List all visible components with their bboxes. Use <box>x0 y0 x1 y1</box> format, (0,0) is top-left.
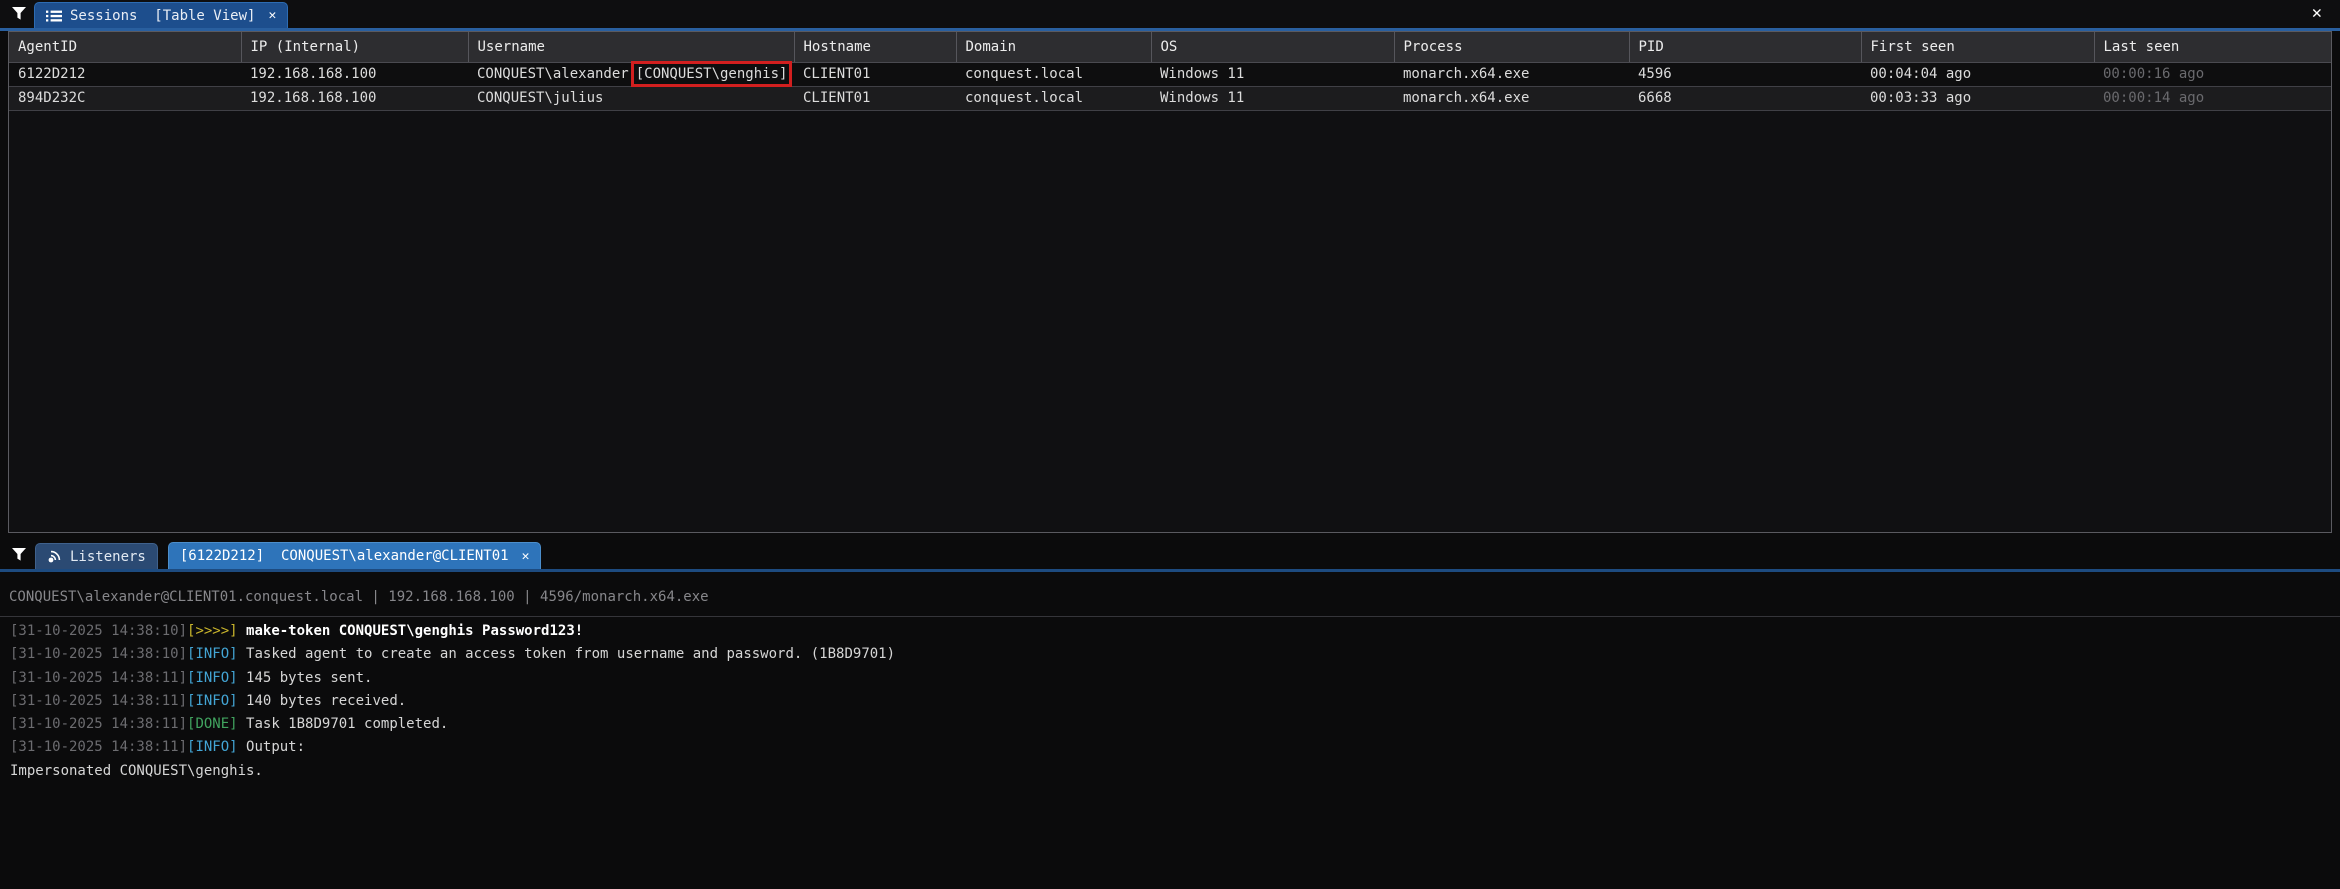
console-filter-button[interactable] <box>6 545 32 565</box>
cell-username: CONQUEST\alexander [CONQUEST\genghis] <box>468 62 794 86</box>
console-timestamp: [31-10-2025 14:38:10] <box>10 623 187 639</box>
console-tag-info: [INFO] <box>187 739 246 755</box>
console-tabbar-accent-line <box>0 569 2340 572</box>
console-timestamp: [31-10-2025 14:38:11] <box>10 716 187 732</box>
cell-ip_internal: 192.168.168.100 <box>241 86 468 110</box>
session-row-6122D212[interactable]: 6122D212192.168.168.100CONQUEST\alexande… <box>9 62 2331 86</box>
column-header-hostname[interactable]: Hostname <box>794 32 956 62</box>
sessions-tabbar: Sessions [Table View] ✕ ✕ <box>0 0 2340 28</box>
cell-hostname: CLIENT01 <box>794 86 956 110</box>
username-text: CONQUEST\julius <box>477 90 603 106</box>
column-header-os[interactable]: OS <box>1151 32 1394 62</box>
cell-first_seen: 00:03:33 ago <box>1861 86 2094 110</box>
close-sessions-tab-icon[interactable]: ✕ <box>268 8 276 23</box>
column-header-last_seen[interactable]: Last seen <box>2094 32 2331 62</box>
cell-pid: 6668 <box>1629 86 1861 110</box>
filter-funnel-icon <box>11 7 27 21</box>
username-text: CONQUEST\alexander <box>477 66 629 82</box>
column-header-ip_internal[interactable]: IP (Internal) <box>241 32 468 62</box>
cell-last_seen: 00:00:14 ago <box>2094 86 2331 110</box>
session-status-line: CONQUEST\alexander@CLIENT01.conquest.loc… <box>9 589 2330 605</box>
console-line: [31-10-2025 14:38:10][>>>>] make-token C… <box>10 620 2330 643</box>
console-tag-done: [DONE] <box>187 716 246 732</box>
console-line: [31-10-2025 14:38:10][INFO] Tasked agent… <box>10 643 2330 666</box>
filter-button[interactable] <box>6 4 32 24</box>
console-line: [31-10-2025 14:38:11][INFO] 145 bytes se… <box>10 667 2330 690</box>
console-line: Impersonated CONQUEST\genghis. <box>10 760 2330 783</box>
tab-session-6122D212[interactable]: [6122D212] CONQUEST\alexander@CLIENT01 ✕ <box>168 542 542 569</box>
sessions-table-panel: AgentIDIP (Internal)UsernameHostnameDoma… <box>8 31 2332 533</box>
tab-session-label: [6122D212] CONQUEST\alexander@CLIENT01 <box>180 548 509 564</box>
table-list-icon <box>46 10 62 22</box>
console-timestamp: [31-10-2025 14:38:11] <box>10 693 187 709</box>
sessions-table: AgentIDIP (Internal)UsernameHostnameDoma… <box>9 32 2331 111</box>
column-header-domain[interactable]: Domain <box>956 32 1151 62</box>
cell-username: CONQUEST\julius <box>468 86 794 110</box>
cell-domain: conquest.local <box>956 86 1151 110</box>
console-text: 140 bytes received. <box>246 693 406 709</box>
console-text: make-token CONQUEST\genghis Password123! <box>246 623 583 639</box>
close-session-tab-icon[interactable]: ✕ <box>522 549 530 564</box>
cell-first_seen: 00:04:04 ago <box>1861 62 2094 86</box>
tab-sessions-table-view[interactable]: Sessions [Table View] ✕ <box>34 2 288 28</box>
cell-pid: 4596 <box>1629 62 1861 86</box>
console-tag-info: [INFO] <box>187 693 246 709</box>
cell-ip_internal: 192.168.168.100 <box>241 62 468 86</box>
column-header-first_seen[interactable]: First seen <box>1861 32 2094 62</box>
impersonation-highlight-box: [CONQUEST\genghis] <box>636 66 788 82</box>
console-text: 145 bytes sent. <box>246 670 372 686</box>
tab-listeners[interactable]: Listeners <box>35 543 158 569</box>
cell-process: monarch.x64.exe <box>1394 62 1629 86</box>
cell-last_seen: 00:00:16 ago <box>2094 62 2331 86</box>
satellite-antenna-icon <box>47 549 62 564</box>
table-header-row: AgentIDIP (Internal)UsernameHostnameDoma… <box>9 32 2331 62</box>
console-line: [31-10-2025 14:38:11][INFO] 140 bytes re… <box>10 690 2330 713</box>
console-divider <box>0 616 2340 617</box>
console-tabbar: Listeners [6122D212] CONQUEST\alexander@… <box>0 540 2340 569</box>
column-header-username[interactable]: Username <box>468 32 794 62</box>
filter-funnel-icon <box>11 548 27 562</box>
console-timestamp: [31-10-2025 14:38:11] <box>10 739 187 755</box>
cell-os: Windows 11 <box>1151 86 1394 110</box>
cell-os: Windows 11 <box>1151 62 1394 86</box>
close-panel-icon[interactable]: ✕ <box>2312 3 2322 23</box>
session-row-894D232C[interactable]: 894D232C192.168.168.100 CONQUEST\julius CL… <box>9 86 2331 110</box>
console-timestamp: [31-10-2025 14:38:10] <box>10 646 187 662</box>
console-text: Task 1B8D9701 completed. <box>246 716 448 732</box>
console-tag-info: [INFO] <box>187 670 246 686</box>
console-text: Output: <box>246 739 305 755</box>
console-text: Tasked agent to create an access token f… <box>246 646 895 662</box>
column-header-process[interactable]: Process <box>1394 32 1629 62</box>
tab-sessions-label: Sessions [Table View] <box>70 8 255 24</box>
console-text: Impersonated CONQUEST\genghis. <box>10 763 263 779</box>
console-tag-command: [>>>>] <box>187 623 246 639</box>
console-timestamp: [31-10-2025 14:38:11] <box>10 670 187 686</box>
console-line: [31-10-2025 14:38:11][INFO] Output: <box>10 736 2330 759</box>
tab-listeners-label: Listeners <box>70 549 146 565</box>
console-line: [31-10-2025 14:38:11][DONE] Task 1B8D970… <box>10 713 2330 736</box>
app-window: Sessions [Table View] ✕ ✕ AgentIDIP (Int… <box>0 0 2340 889</box>
cell-agent_id: 6122D212 <box>9 62 241 86</box>
cell-process: monarch.x64.exe <box>1394 86 1629 110</box>
console-tag-info: [INFO] <box>187 646 246 662</box>
cell-domain: conquest.local <box>956 62 1151 86</box>
column-header-agent_id[interactable]: AgentID <box>9 32 241 62</box>
cell-hostname: CLIENT01 <box>794 62 956 86</box>
console-output: [31-10-2025 14:38:10][>>>>] make-token C… <box>10 620 2330 783</box>
column-header-pid[interactable]: PID <box>1629 32 1861 62</box>
cell-agent_id: 894D232C <box>9 86 241 110</box>
